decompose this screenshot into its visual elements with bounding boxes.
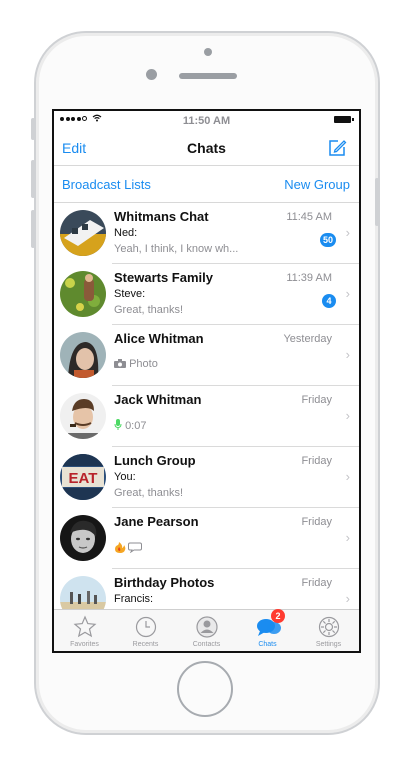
proximity-sensor <box>204 48 212 56</box>
chevron-right-icon: › <box>345 347 350 362</box>
tab-label: Contacts <box>192 641 221 648</box>
status-time: 11:50 AM <box>182 115 231 127</box>
chevron-right-icon: › <box>345 225 350 240</box>
broadcast-lists-link[interactable]: Broadcast Lists <box>62 177 151 192</box>
chat-sender: Steve: <box>114 288 146 300</box>
camera-icon <box>114 358 129 370</box>
tab-settings[interactable]: Settings <box>298 612 359 651</box>
chat-preview <box>114 541 142 554</box>
chat-row[interactable]: Whitmans Chat 11:45 AM Ned: Yeah, I thin… <box>54 203 359 264</box>
chat-row[interactable]: Alice Whitman Yesterday Photo › <box>54 325 359 386</box>
chat-preview: 0:07 <box>114 419 146 432</box>
new-group-link[interactable]: New Group <box>284 177 350 192</box>
chevron-right-icon: › <box>345 591 350 606</box>
tab-label: Settings <box>315 641 342 648</box>
tab-label: Chats <box>258 641 277 648</box>
chat-time: Friday <box>301 516 332 528</box>
microphone-icon <box>114 419 125 432</box>
page-title: Chats <box>187 140 226 156</box>
chat-row[interactable]: Birthday Photos Friday Francis: › <box>54 569 359 609</box>
chat-name: Stewarts Family <box>114 270 213 285</box>
contact-icon <box>195 615 219 639</box>
chat-preview: Great, thanks! <box>114 304 184 316</box>
chat-name: Birthday Photos <box>114 575 215 590</box>
chat-preview: Yeah, I think, I know wh... <box>114 243 239 255</box>
chat-time: 11:45 AM <box>286 211 332 223</box>
chat-name: Whitmans Chat <box>114 209 209 224</box>
chat-time: Friday <box>301 577 332 589</box>
clock-icon <box>134 615 158 639</box>
volume-up-button[interactable] <box>31 160 35 198</box>
chevron-right-icon: › <box>345 408 350 423</box>
fire-speech-bubble-icon <box>114 542 142 554</box>
unread-chats-badge: 2 <box>271 609 285 623</box>
chat-list: Whitmans Chat 11:45 AM Ned: Yeah, I thin… <box>54 203 359 609</box>
tab-favorites[interactable]: Favorites <box>54 612 115 651</box>
chat-time: 11:39 AM <box>286 272 332 284</box>
tab-chats[interactable]: 2 Chats <box>237 609 298 651</box>
avatar-sign-text: EAT <box>69 470 98 487</box>
chat-sender: Ned: <box>114 227 138 239</box>
chevron-right-icon: › <box>345 530 350 545</box>
volume-down-button[interactable] <box>31 210 35 248</box>
navigation-bar: Edit Chats <box>54 131 359 166</box>
chat-preview-text: Photo <box>129 358 158 370</box>
chat-row[interactable]: Jane Pearson Friday › <box>54 508 359 569</box>
chat-preview: Photo <box>114 358 158 370</box>
earpiece-speaker <box>179 73 237 79</box>
tab-contacts[interactable]: Contacts <box>176 612 237 651</box>
chat-name: Alice Whitman <box>114 331 204 346</box>
gear-icon <box>317 615 341 639</box>
chat-preview: Great, thanks! <box>114 487 184 499</box>
chevron-right-icon: › <box>345 286 350 301</box>
home-button[interactable] <box>177 661 233 717</box>
tab-bar: Favorites Recents Contacts 2 Chats Setti… <box>54 609 359 651</box>
chat-name: Jane Pearson <box>114 514 199 529</box>
mute-switch[interactable] <box>31 118 35 140</box>
power-button[interactable] <box>375 178 379 226</box>
chevron-right-icon: › <box>345 469 350 484</box>
avatar <box>60 271 106 317</box>
chat-sender: Francis: <box>114 593 154 605</box>
chat-name: Lunch Group <box>114 453 196 468</box>
chat-list-actions: Broadcast Lists New Group <box>54 166 359 203</box>
tab-label: Favorites <box>70 641 99 648</box>
avatar <box>60 393 106 439</box>
avatar <box>60 332 106 378</box>
chat-time: Friday <box>301 455 332 467</box>
chat-time: Yesterday <box>283 333 332 345</box>
chat-time: Friday <box>301 394 332 406</box>
status-bar: 11:50 AM <box>54 111 359 131</box>
unread-badge: 4 <box>322 294 336 308</box>
chat-row[interactable]: Jack Whitman Friday 0:07 › <box>54 386 359 447</box>
avatar: EAT <box>60 454 106 500</box>
avatar <box>60 210 106 256</box>
tab-recents[interactable]: Recents <box>115 612 176 651</box>
chat-preview-text: 0:07 <box>125 420 147 432</box>
compose-icon[interactable] <box>327 138 347 158</box>
front-camera <box>146 69 157 80</box>
star-icon <box>73 615 97 639</box>
tab-label: Recents <box>132 641 159 648</box>
phone-screen: 11:50 AM Edit Chats Broadcast Lists New … <box>52 109 361 653</box>
avatar <box>60 576 106 609</box>
chat-row[interactable]: EAT Lunch Group Friday You: Great, thank… <box>54 447 359 508</box>
avatar <box>60 515 106 561</box>
unread-badge: 50 <box>319 233 336 247</box>
chat-sender: You: <box>114 471 136 483</box>
chat-name: Jack Whitman <box>114 392 202 407</box>
battery-icon <box>334 116 354 123</box>
chat-row[interactable]: Stewarts Family 11:39 AM Steve: Great, t… <box>54 264 359 325</box>
